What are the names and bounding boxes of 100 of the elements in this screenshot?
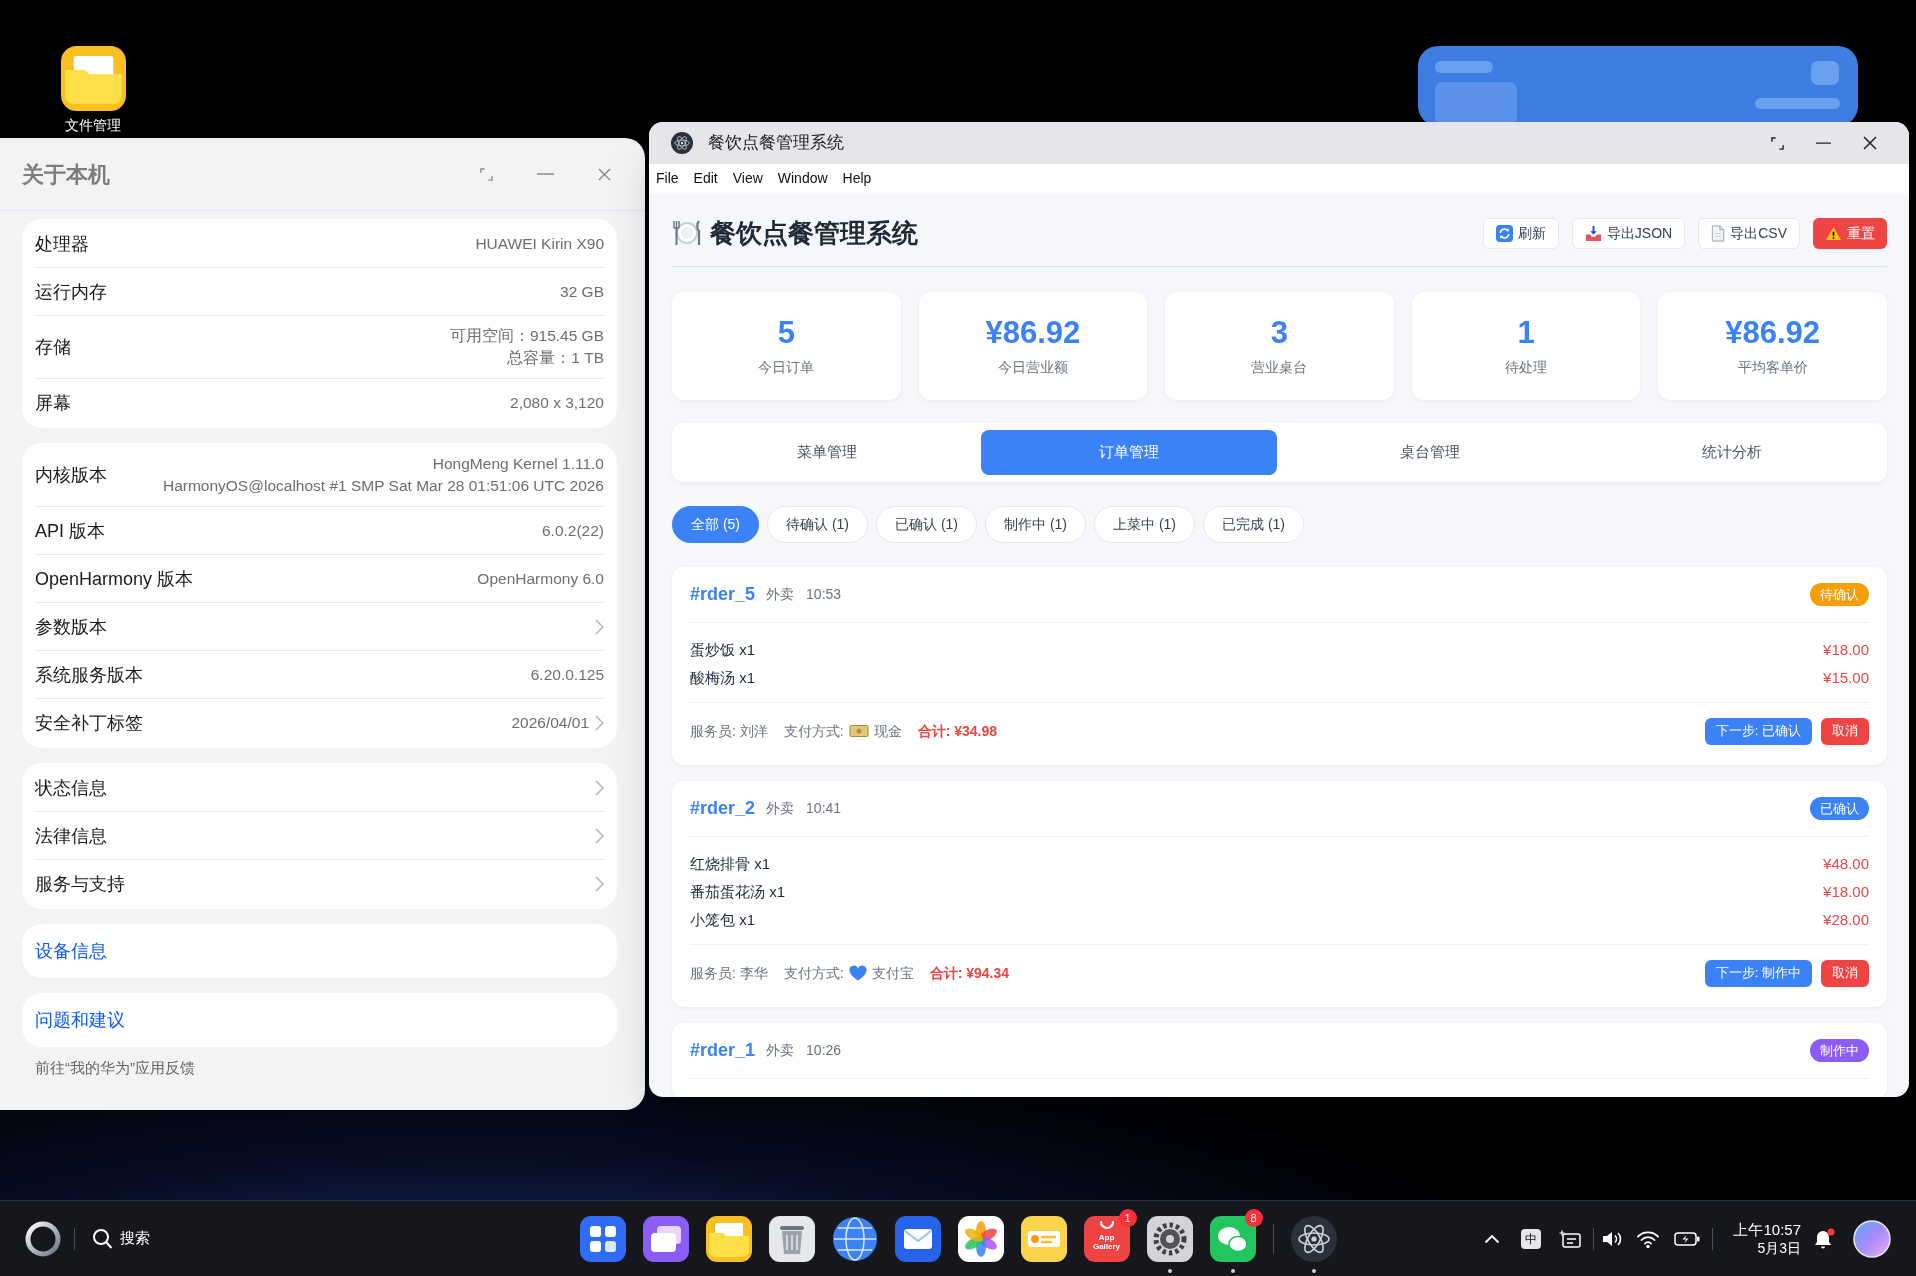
chat-bubbles-icon[interactable] <box>1209 1215 1256 1262</box>
setting-value: OpenHarmony 6.0 <box>477 568 604 589</box>
stat-label: 今日营业额 <box>997 357 1068 376</box>
setting-label: 运行内存 <box>35 280 107 304</box>
order-time: 10:41 <box>806 799 842 818</box>
menu-item[interactable]: Window <box>777 168 828 189</box>
next-step-button[interactable]: 下一步: 制作中 <box>1704 959 1812 987</box>
chevron-up-icon[interactable] <box>1484 1233 1501 1244</box>
menu-item[interactable]: File <box>656 168 679 189</box>
settings-link-button[interactable]: 设备信息 <box>22 924 617 978</box>
order-time: 10:26 <box>806 1041 842 1060</box>
filter-chip[interactable]: 制作中 (1) <box>985 506 1086 543</box>
globe-icon[interactable] <box>831 1215 878 1262</box>
order-total: 合计: ¥34.98 <box>917 721 998 741</box>
setting-label: 处理器 <box>35 232 89 256</box>
clock-date: 5月3日 <box>1757 1238 1801 1257</box>
payment-method: 现金 <box>873 721 902 741</box>
filter-chip[interactable]: 全部 (5) <box>672 506 759 543</box>
app-title: 餐饮点餐管理系统 <box>710 216 918 250</box>
next-step-button[interactable]: 下一步: 已确认 <box>1704 717 1812 745</box>
setting-value: 32 GB <box>560 281 604 302</box>
order-number[interactable]: #rder_2 <box>690 795 756 822</box>
status-badge: 制作中 <box>1810 1039 1869 1062</box>
settings-icon[interactable] <box>1146 1215 1193 1262</box>
inbox-tray-icon <box>1584 224 1602 242</box>
window-title: 关于本机 <box>22 160 110 189</box>
setting-label: 内核版本 <box>35 464 107 487</box>
payment-label: 支付方式: <box>783 721 844 741</box>
filter-chip[interactable]: 已确认 (1) <box>876 506 977 543</box>
payment-label: 支付方式: <box>783 963 844 983</box>
item-name: 酸梅汤 x1 <box>690 667 755 688</box>
setting-value: 2,080 x 3,120 <box>510 393 604 413</box>
notification-badge: 1 <box>1118 1208 1137 1227</box>
battery-icon[interactable] <box>1674 1231 1701 1246</box>
stat-label: 今日订单 <box>758 357 815 376</box>
item-price: ¥18.00 <box>1823 881 1869 902</box>
order-number[interactable]: #rder_1 <box>690 1037 756 1064</box>
toolbar-button[interactable]: 刷新 <box>1482 217 1559 249</box>
stat-value: ¥86.92 <box>1725 316 1821 348</box>
waiter-name: 服务员: 李华 <box>690 963 768 983</box>
notes-icon[interactable] <box>1020 1215 1067 1262</box>
search-icon <box>91 1227 113 1250</box>
close-icon[interactable] <box>1863 136 1877 150</box>
stat-label: 营业桌台 <box>1251 357 1308 376</box>
item-name: 番茄蛋花汤 x1 <box>690 881 785 902</box>
stat-value: 5 <box>777 316 795 348</box>
clock-time: 上午10:57 <box>1733 1220 1801 1239</box>
wifi-icon[interactable] <box>1636 1229 1661 1248</box>
mail-icon[interactable] <box>894 1215 941 1262</box>
setting-label: 法律信息 <box>35 824 107 848</box>
bell-icon[interactable] <box>1813 1227 1835 1250</box>
stat-value: 1 <box>1517 316 1535 348</box>
folder-icon[interactable] <box>705 1215 752 1262</box>
avatar-icon[interactable] <box>1853 1219 1891 1258</box>
bag-handle-icon <box>1098 1220 1115 1230</box>
menu-item[interactable]: View <box>732 168 763 189</box>
setting-value: 6.20.0.125 <box>530 664 604 685</box>
atom-icon <box>671 132 693 154</box>
item-name: 蛋炒饭 x1 <box>690 639 755 660</box>
setting-label: 安全补丁标签 <box>35 712 143 735</box>
settings-link-button[interactable]: 问题和建议 <box>22 993 617 1047</box>
item-price: ¥18.00 <box>1823 639 1869 660</box>
filter-chip[interactable]: 上菜中 (1) <box>1094 506 1195 543</box>
input-method-button[interactable]: 中 <box>1521 1228 1542 1249</box>
trash-icon[interactable] <box>768 1215 815 1262</box>
order-number[interactable]: #rder_5 <box>690 581 756 608</box>
reset-button[interactable]: 重置 <box>1813 217 1887 249</box>
cancel-button[interactable]: 取消 <box>1821 959 1869 987</box>
setting-value: 2026/04/01 <box>511 713 589 733</box>
setting-value: 可用空间：915.45 GB <box>449 326 604 346</box>
feedback-note: 前往“我的华为”应用反馈 <box>34 1058 196 1078</box>
setting-label: 状态信息 <box>35 776 107 800</box>
filter-chip[interactable]: 待确认 (1) <box>767 506 868 543</box>
toolbar-button[interactable]: 导出JSON <box>1571 217 1686 249</box>
order-total: 合计: ¥94.34 <box>929 963 1010 983</box>
desktop-shortcut[interactable]: 文件管理 <box>47 46 139 134</box>
stat-value: 3 <box>1270 316 1289 348</box>
search-button[interactable]: 搜索 <box>91 1227 150 1250</box>
notification-badge: 8 <box>1244 1208 1263 1227</box>
flower-icon[interactable] <box>957 1215 1004 1262</box>
stacked-windows-icon[interactable] <box>642 1215 689 1262</box>
text-box-icon[interactable] <box>1559 1229 1582 1248</box>
order-type: 外卖 <box>766 799 795 818</box>
plate-icon <box>672 218 702 248</box>
item-price: ¥15.00 <box>1823 667 1869 688</box>
ring-icon[interactable] <box>25 1220 61 1257</box>
setting-value: 6.0.2(22) <box>541 520 604 541</box>
item-name: 小笼包 x1 <box>690 909 755 930</box>
toolbar-button[interactable]: 导出CSV <box>1698 217 1800 249</box>
atom-icon[interactable] <box>1290 1215 1337 1262</box>
menu-item[interactable]: Help <box>842 168 872 189</box>
menu-item[interactable]: Edit <box>693 168 718 189</box>
waiter-name: 服务员: 刘洋 <box>690 721 768 741</box>
window-title: 餐饮点餐管理系统 <box>708 132 844 155</box>
status-badge: 已确认 <box>1810 797 1869 820</box>
maximize-icon[interactable] <box>1771 136 1784 150</box>
cancel-button[interactable]: 取消 <box>1821 717 1869 745</box>
app-grid-icon[interactable] <box>579 1215 626 1262</box>
tab[interactable]: 订单管理 <box>980 430 1277 475</box>
filter-chip[interactable]: 已完成 (1) <box>1203 506 1304 543</box>
